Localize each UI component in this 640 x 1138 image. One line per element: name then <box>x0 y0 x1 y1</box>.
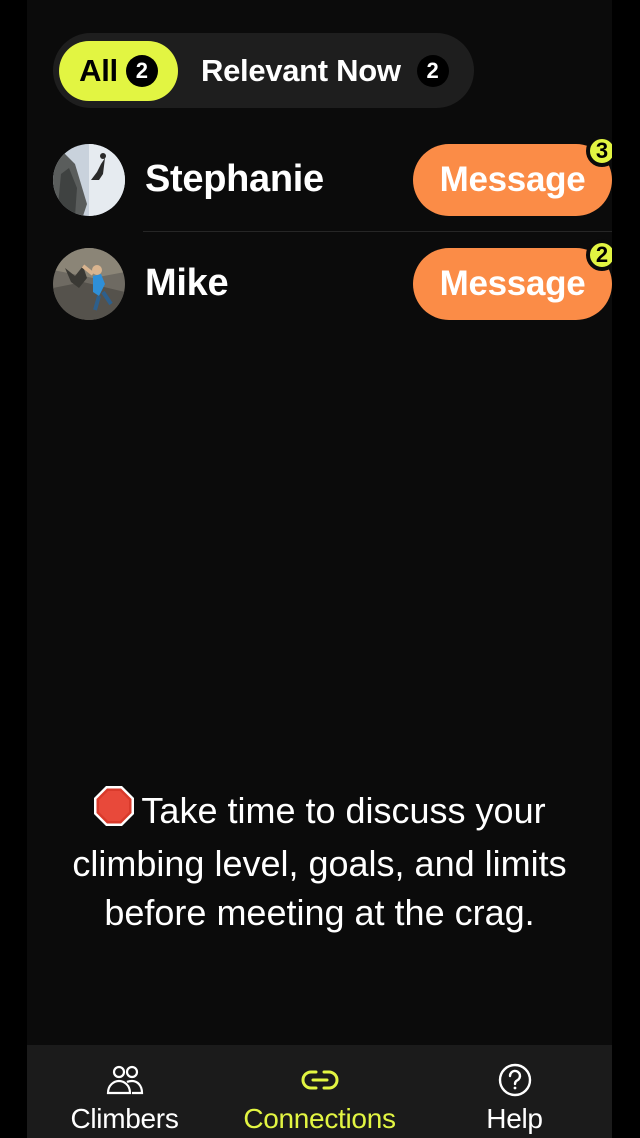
filter-all-tab[interactable]: All 2 <box>59 41 178 101</box>
filter-all-count: 2 <box>125 55 158 87</box>
nav-climbers[interactable]: Climbers <box>27 1045 222 1138</box>
connection-row[interactable]: Stephanie Message 3 <box>53 128 612 232</box>
connection-name: Stephanie <box>145 158 324 200</box>
safety-note-text: Take time to discuss your climbing level… <box>72 790 567 933</box>
message-button[interactable]: Message <box>413 248 612 320</box>
filter-tabs: All 2 Relevant Now 2 <box>53 33 474 108</box>
nav-label: Help <box>486 1103 543 1134</box>
unread-badge: 2 <box>586 239 612 271</box>
bottom-nav: Climbers Connections Help <box>27 1045 612 1138</box>
filter-all-label: All <box>79 53 118 88</box>
message-button-label: Message <box>439 264 586 303</box>
nav-label: Climbers <box>70 1103 179 1134</box>
stop-sign-icon <box>93 785 135 839</box>
connection-row[interactable]: Mike Message 2 <box>53 232 612 336</box>
filter-relevant-label: Relevant Now <box>201 53 401 88</box>
filter-relevant-count: 2 <box>416 55 449 87</box>
connections-screen: All 2 Relevant Now 2 Stephanie Message 3 <box>27 0 612 1138</box>
avatar[interactable] <box>53 144 125 216</box>
filter-relevant-tab[interactable]: Relevant Now 2 <box>193 41 463 101</box>
people-icon <box>106 1061 144 1099</box>
link-icon <box>301 1061 339 1099</box>
avatar[interactable] <box>53 248 125 320</box>
message-button[interactable]: Message <box>413 144 612 216</box>
message-button-label: Message <box>439 160 586 199</box>
safety-note: Take time to discuss your climbing level… <box>27 785 612 937</box>
nav-help[interactable]: Help <box>417 1045 612 1138</box>
help-circle-icon <box>496 1061 534 1099</box>
nav-connections[interactable]: Connections <box>222 1045 417 1138</box>
unread-badge: 3 <box>586 135 612 167</box>
connection-name: Mike <box>145 262 229 304</box>
nav-label: Connections <box>243 1103 396 1134</box>
